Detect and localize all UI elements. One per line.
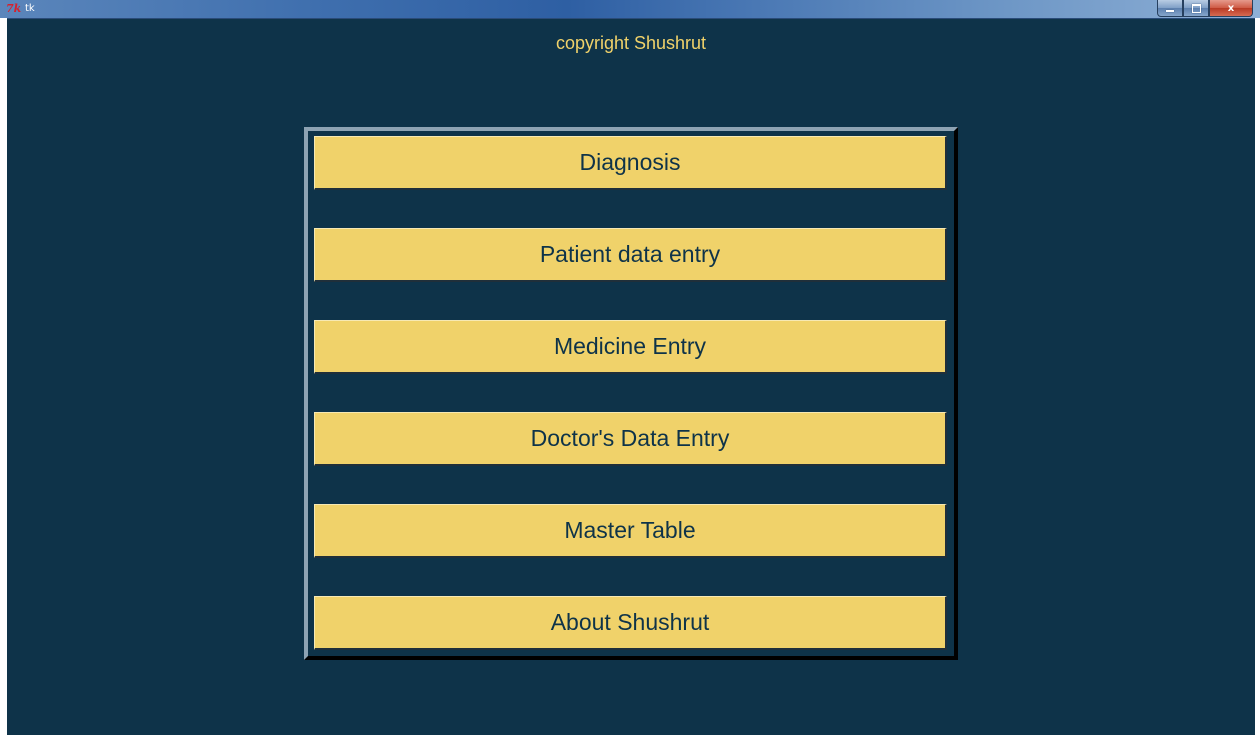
window-title: tk (25, 3, 35, 14)
menu-frame (304, 127, 958, 660)
window-controls: x (1157, 0, 1253, 17)
maximize-icon (1191, 3, 1201, 13)
close-button[interactable]: x (1209, 0, 1253, 17)
diagnosis-button[interactable]: Diagnosis (314, 136, 947, 190)
minimize-button[interactable] (1157, 0, 1183, 17)
window-right-border (1255, 18, 1260, 742)
app-window: 7k tk x copyright Shushrut Diagnosis Pat… (0, 0, 1260, 742)
master-table-button[interactable]: Master Table (314, 504, 947, 558)
window-left-border (0, 18, 7, 742)
copyright-label: copyright Shushrut (555, 33, 707, 53)
patient-data-entry-button[interactable]: Patient data entry (314, 228, 947, 282)
close-icon: x (1227, 2, 1235, 14)
minimize-icon (1166, 10, 1174, 12)
title-bar[interactable]: 7k tk x (0, 0, 1260, 19)
tk-feather-icon: 7k (6, 2, 22, 15)
doctors-data-entry-button[interactable]: Doctor's Data Entry (314, 412, 947, 466)
about-shushrut-button[interactable]: About Shushrut (314, 596, 947, 650)
maximize-button[interactable] (1183, 0, 1209, 17)
window-bottom-border (0, 735, 1260, 742)
medicine-entry-button[interactable]: Medicine Entry (314, 320, 947, 374)
